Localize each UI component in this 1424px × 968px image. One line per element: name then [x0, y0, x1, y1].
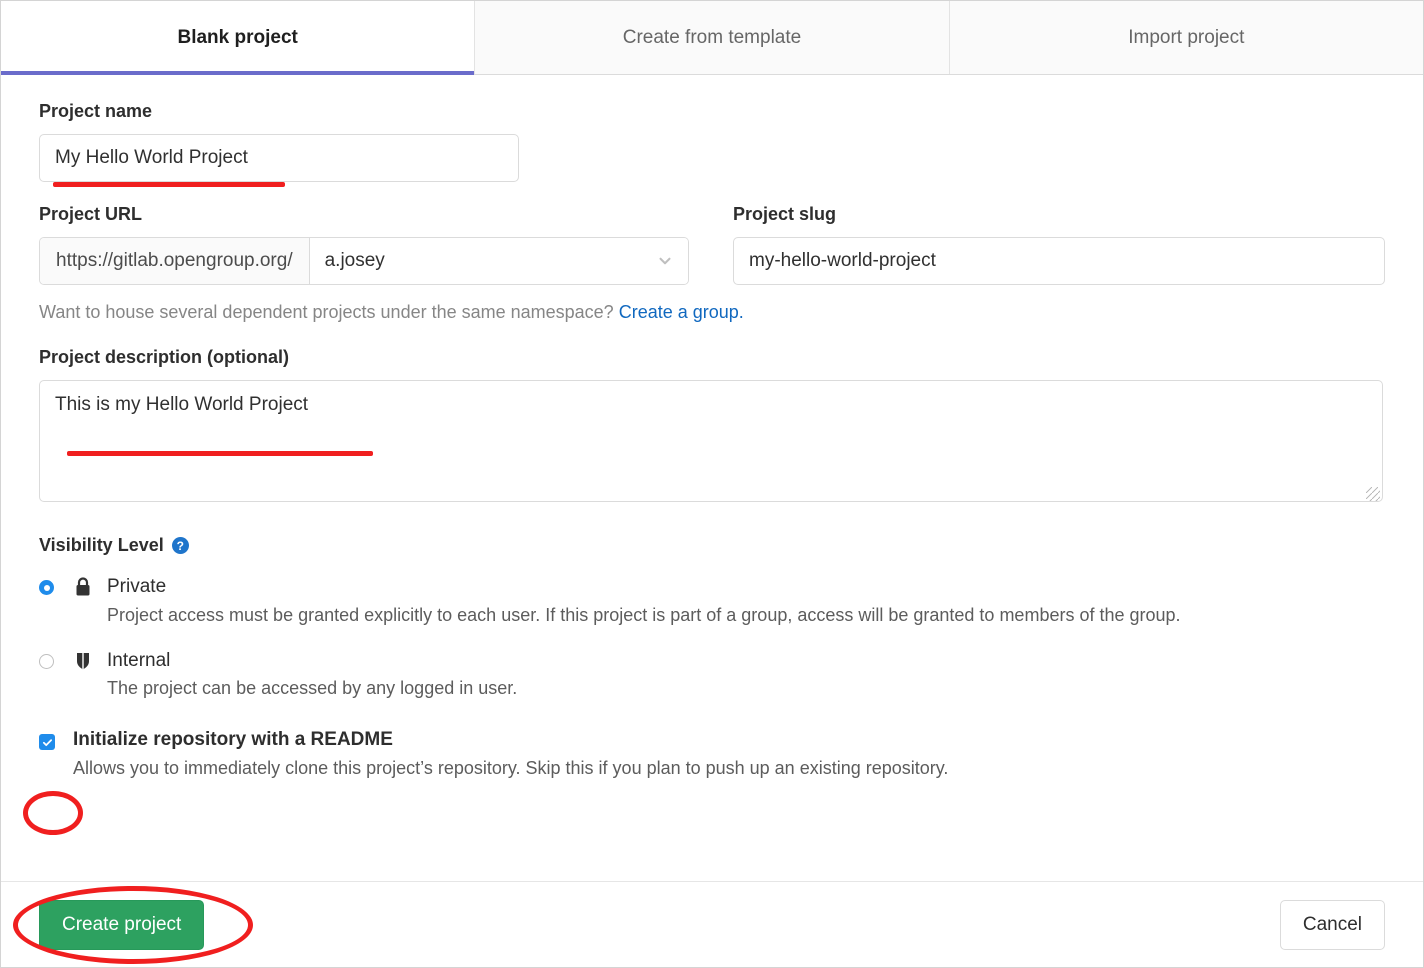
tab-blank-project-label: Blank project	[177, 26, 298, 48]
project-description-wrap	[39, 380, 1385, 507]
project-url-label: Project URL	[39, 204, 143, 224]
project-slug-input[interactable]	[733, 237, 1385, 285]
visibility-private-text: Private Project access must be granted e…	[107, 574, 1385, 630]
form-footer: Create project Cancel	[1, 881, 1423, 967]
visibility-level-label: Visibility Level	[39, 535, 164, 555]
project-description-label: Project description (optional)	[39, 347, 290, 367]
project-url-group: https://gitlab.opengroup.org/ a.josey	[39, 237, 689, 285]
url-and-slug-row: Project URL https://gitlab.opengroup.org…	[39, 204, 1385, 285]
tab-create-from-template[interactable]: Create from template	[475, 1, 950, 74]
namespace-select-value: a.josey	[324, 250, 385, 271]
initialize-readme-row[interactable]: Initialize repository with a README Allo…	[39, 729, 1385, 782]
namespace-select[interactable]: a.josey	[309, 238, 688, 284]
visibility-internal-text: Internal The project can be accessed by …	[107, 648, 1385, 704]
new-project-form: Project name Project URL https://gitlab.…	[1, 75, 1423, 782]
annotation-oval-readme-checkbox	[23, 791, 83, 835]
tab-import-project-label: Import project	[1128, 26, 1245, 48]
project-description-textarea[interactable]	[39, 380, 1383, 502]
initialize-readme-text: Initialize repository with a README Allo…	[73, 729, 1385, 782]
visibility-option-internal[interactable]: Internal The project can be accessed by …	[39, 648, 1385, 704]
project-url-column: Project URL https://gitlab.opengroup.org…	[39, 204, 689, 285]
initialize-readme-label: Initialize repository with a README	[73, 729, 393, 751]
create-project-button[interactable]: Create project	[39, 899, 205, 950]
project-slug-label: Project slug	[733, 204, 837, 224]
visibility-level-heading: Visibility Level ?	[39, 535, 1385, 556]
visibility-radio-internal[interactable]	[39, 653, 54, 669]
new-project-page: Blank project Create from template Impor…	[0, 0, 1424, 968]
visibility-private-description: Project access must be granted explicitl…	[107, 604, 1181, 625]
visibility-internal-description: The project can be accessed by any logge…	[107, 678, 518, 699]
namespace-helper: Want to house several dependent projects…	[39, 302, 1385, 323]
initialize-readme-block: Initialize repository with a README Allo…	[39, 729, 1385, 782]
project-slug-column: Project slug	[733, 204, 1385, 285]
project-name-label: Project name	[39, 101, 153, 121]
tab-create-from-template-label: Create from template	[622, 26, 802, 48]
chevron-down-icon	[656, 252, 674, 270]
visibility-radio-private[interactable]	[39, 580, 54, 595]
initialize-readme-description: Allows you to immediately clone this pro…	[73, 758, 949, 779]
project-name-input[interactable]	[39, 134, 519, 182]
visibility-option-private[interactable]: Private Project access must be granted e…	[39, 574, 1385, 630]
namespace-helper-text: Want to house several dependent projects…	[39, 302, 614, 322]
visibility-private-name: Private	[107, 576, 167, 597]
visibility-internal-name: Internal	[107, 649, 171, 671]
lock-icon	[73, 576, 107, 603]
tab-import-project[interactable]: Import project	[949, 1, 1423, 74]
create-a-group-link[interactable]: Create a group.	[619, 302, 744, 322]
tab-blank-project[interactable]: Blank project	[1, 1, 476, 75]
shield-icon	[73, 650, 107, 677]
initialize-readme-checkbox[interactable]	[39, 734, 55, 751]
project-url-prefix: https://gitlab.opengroup.org/	[40, 238, 310, 284]
project-name-field-wrap	[39, 134, 519, 182]
project-type-tabs: Blank project Create from template Impor…	[1, 1, 1423, 75]
question-mark-circle-icon[interactable]: ?	[171, 537, 189, 554]
cancel-button[interactable]: Cancel	[1279, 899, 1385, 950]
